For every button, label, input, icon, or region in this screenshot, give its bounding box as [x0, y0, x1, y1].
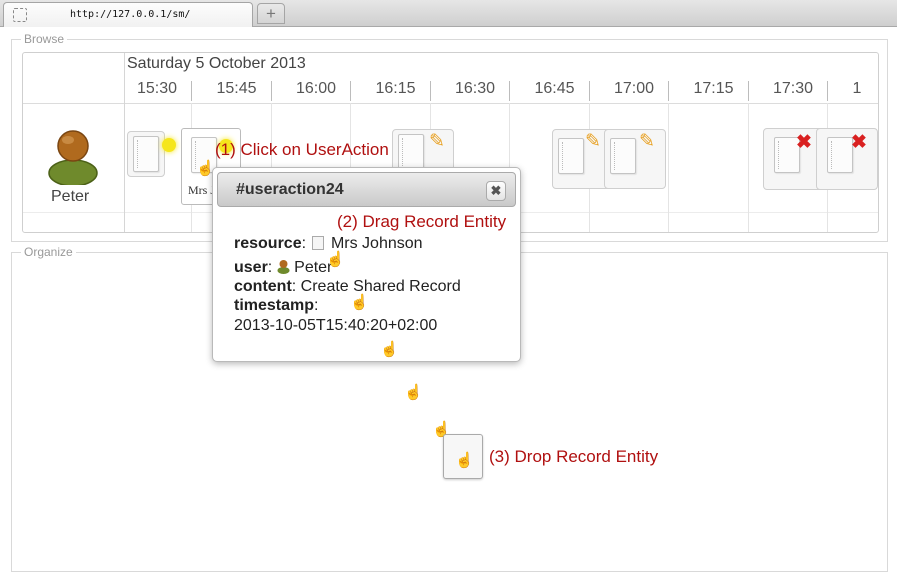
timeline-tick-mark: [827, 81, 828, 101]
prop-content-value: Create Shared Record: [300, 278, 461, 295]
user-avatar-small-icon: [277, 260, 290, 274]
record-entity[interactable]: [127, 131, 176, 177]
browser-tab-bar: http://127.0.0.1/sm/ +: [0, 0, 897, 27]
prop-user-key: user: [234, 259, 268, 276]
user-name: Peter: [51, 188, 90, 205]
prop-resource-value: Mrs Johnson: [330, 235, 423, 252]
timeline-tick-mark: [191, 81, 192, 101]
hand-cursor-icon: ☝: [326, 251, 345, 268]
pencil-icon: ✎: [639, 131, 655, 152]
delete-action[interactable]: ✖: [816, 128, 878, 190]
organize-legend: Organize: [21, 245, 76, 259]
document-icon: [827, 137, 853, 173]
tab-url: http://127.0.0.1/sm/: [70, 9, 191, 20]
timeline-time-label: 15:45: [216, 80, 257, 97]
delete-x-icon: ✖: [851, 132, 867, 153]
edit-action[interactable]: ✎: [552, 129, 612, 189]
prop-user: user: Peter: [234, 259, 333, 276]
timeline-tick-mark: [350, 81, 351, 101]
delete-action[interactable]: ✖: [763, 128, 823, 190]
popup-title: #useraction24: [236, 181, 344, 198]
popup-header: #useraction24 ✖: [217, 172, 516, 207]
prop-timestamp-key: timestamp: [234, 297, 315, 314]
timeline-time-label: 1: [852, 80, 862, 97]
timeline-time-label: 17:30: [773, 80, 814, 97]
hand-cursor-icon: ☝: [455, 452, 474, 469]
timeline-time-label: 17:00: [614, 80, 655, 97]
hand-cursor-icon: ☝: [380, 341, 399, 358]
document-icon: [398, 134, 424, 170]
close-icon[interactable]: ✖: [486, 181, 506, 201]
pencil-icon: ✎: [429, 131, 445, 152]
resource-doc-icon[interactable]: [312, 236, 325, 250]
hand-cursor-icon: ☝: [350, 294, 369, 311]
timeline-gridline: [668, 103, 669, 232]
timeline-tick-mark: [668, 81, 669, 101]
edit-action[interactable]: ✎: [604, 129, 666, 189]
document-icon: [610, 138, 636, 174]
timeline-time-label: 16:00: [296, 80, 337, 97]
prop-timestamp: timestamp:: [234, 297, 319, 314]
annotation-step1: (1) Click on UserAction: [215, 140, 389, 159]
timeline-time-label: 15:30: [137, 80, 178, 97]
timeline-date: Saturday 5 October 2013: [127, 55, 306, 72]
annotation-step3: (3) Drop Record Entity: [489, 447, 659, 466]
document-icon: [133, 136, 159, 172]
prop-timestamp-value: 2013-10-05T15:40:20+02:00: [234, 317, 438, 334]
hand-cursor-icon: ☝: [404, 384, 423, 401]
timeline-time-label: 17:15: [693, 80, 734, 97]
useraction-popup: #useraction24 ✖ resource: Mrs Johnson us…: [212, 167, 521, 362]
delete-x-icon: ✖: [796, 132, 812, 153]
page-icon: [13, 8, 27, 22]
user-avatar: [48, 130, 98, 185]
pencil-icon: ✎: [585, 131, 601, 152]
browser-tab[interactable]: http://127.0.0.1/sm/: [3, 2, 253, 27]
record-entity-label: Mrs J: [188, 183, 216, 197]
prop-resource-key: resource: [234, 235, 302, 252]
prop-content: content: Create Shared Record: [234, 278, 461, 295]
new-tab-button[interactable]: +: [257, 3, 285, 24]
timeline-time-label: 16:30: [455, 80, 496, 97]
timeline-tick-mark: [509, 81, 510, 101]
timeline-tick-mark: [747, 81, 749, 101]
timeline-time-label: 16:45: [534, 80, 575, 97]
prop-content-key: content: [234, 278, 292, 295]
dropped-record-entity[interactable]: ☝: [443, 434, 483, 479]
timeline-tick-mark: [588, 81, 590, 101]
document-icon: [558, 138, 584, 174]
timeline-tick-mark: [429, 81, 431, 101]
timeline-header-divider: [23, 103, 878, 104]
timeline-gridline: [747, 103, 749, 232]
browse-legend: Browse: [21, 32, 68, 46]
hand-cursor-icon: ☝: [196, 160, 215, 177]
highlight-dot-icon: [162, 138, 176, 152]
annotation-step2: (2) Drag Record Entity: [337, 212, 507, 231]
timeline-tick-mark: [270, 81, 272, 101]
timeline-user-column-divider: [124, 53, 125, 232]
timeline-time-label: 16:15: [375, 80, 416, 97]
